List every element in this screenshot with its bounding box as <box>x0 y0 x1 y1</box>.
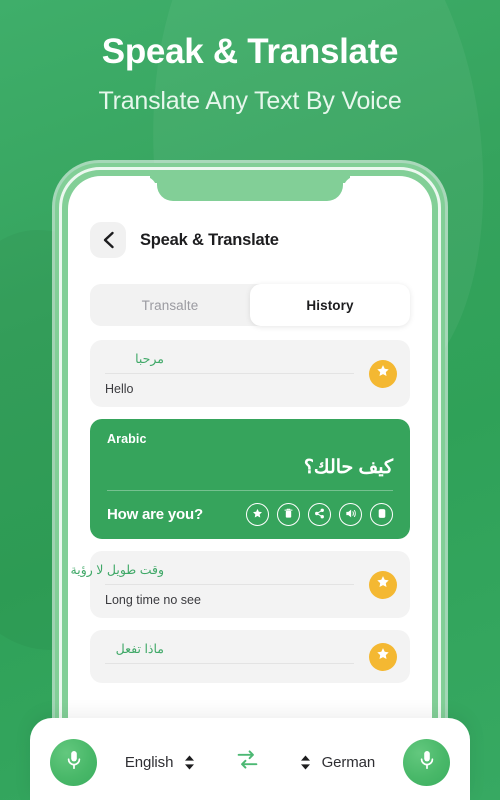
up-down-chevron-icon[interactable] <box>300 755 311 770</box>
swap-arrows-icon <box>235 747 260 777</box>
card-delete-button[interactable] <box>277 503 300 526</box>
card-source-text: كيف حالك؟ <box>107 456 393 491</box>
swap-languages-button[interactable] <box>235 747 260 777</box>
source-language-picker[interactable]: English <box>125 754 196 771</box>
source-mic-button[interactable] <box>50 738 97 786</box>
app-content: Speak & Translate Transalte History مرحب… <box>68 176 432 750</box>
copy-icon <box>377 506 387 524</box>
history-target-text <box>105 664 354 672</box>
promo-headline: Speak & Translate <box>101 32 399 71</box>
card-speak-button[interactable] <box>339 503 362 526</box>
tab-history[interactable]: History <box>250 284 410 326</box>
phone-screen: Speak & Translate Transalte History مرحب… <box>68 176 432 750</box>
star-icon <box>376 647 390 666</box>
microphone-icon <box>419 749 435 776</box>
target-mic-button[interactable] <box>403 738 450 786</box>
history-source-text: وقت طويل لا رؤية <box>71 562 354 585</box>
favorite-star-button[interactable] <box>369 359 397 388</box>
card-footer: How are you? <box>107 503 393 526</box>
app-bar: Speak & Translate <box>90 222 410 258</box>
source-language-label: English <box>124 753 174 771</box>
card-target-text: How are you? <box>107 506 203 523</box>
promo-subheadline: Translate Any Text By Voice <box>98 86 402 115</box>
promo-text-block: Speak & Translate Translate Any Text By … <box>0 32 500 116</box>
history-source-text: مرحبا <box>105 351 354 374</box>
tab-bar: Transalte History <box>90 284 410 326</box>
page-title: Speak & Translate <box>140 230 279 249</box>
history-source-text: ماذا تفعل <box>105 641 354 664</box>
up-down-chevron-icon[interactable] <box>184 755 195 770</box>
speaker-icon <box>345 506 357 524</box>
tab-translate[interactable]: Transalte <box>90 284 250 326</box>
back-button[interactable] <box>90 222 126 258</box>
favorite-star-button[interactable] <box>369 570 397 599</box>
favorite-star-button[interactable] <box>369 642 397 671</box>
chevron-left-icon <box>102 231 115 249</box>
star-icon <box>376 364 390 383</box>
active-translation-card[interactable]: Arabic كيف حالك؟ How are you? <box>90 419 410 539</box>
history-item[interactable]: وقت طويل لا رؤية Long time no see <box>71 551 410 618</box>
card-action-bar <box>246 503 393 526</box>
card-language-label: Arabic <box>107 432 147 446</box>
history-item[interactable]: مرحبا Hello <box>90 340 410 407</box>
card-copy-button[interactable] <box>370 503 393 526</box>
history-target-text: Long time no see <box>105 593 201 607</box>
history-item[interactable]: ماذا تفعل <box>90 630 410 683</box>
star-icon <box>376 575 390 594</box>
share-icon <box>314 506 325 524</box>
history-target-text: Hello <box>105 382 134 396</box>
language-selector-group: English German <box>97 747 403 777</box>
target-language-picker[interactable]: German <box>300 753 376 771</box>
bottom-language-bar: English German <box>30 718 470 800</box>
target-language-label: German <box>321 753 376 771</box>
history-list: مرحبا Hello Arabic كيف حالك؟ How are you… <box>71 340 410 683</box>
microphone-icon <box>66 749 82 776</box>
phone-notch <box>157 176 343 201</box>
card-favorite-button[interactable] <box>246 503 269 526</box>
star-icon <box>252 506 263 524</box>
card-share-button[interactable] <box>308 503 331 526</box>
phone-mockup: Speak & Translate Transalte History مرحب… <box>55 163 445 763</box>
trash-icon <box>284 506 293 524</box>
promo-screenshot: Speak & Translate Translate Any Text By … <box>0 0 500 800</box>
